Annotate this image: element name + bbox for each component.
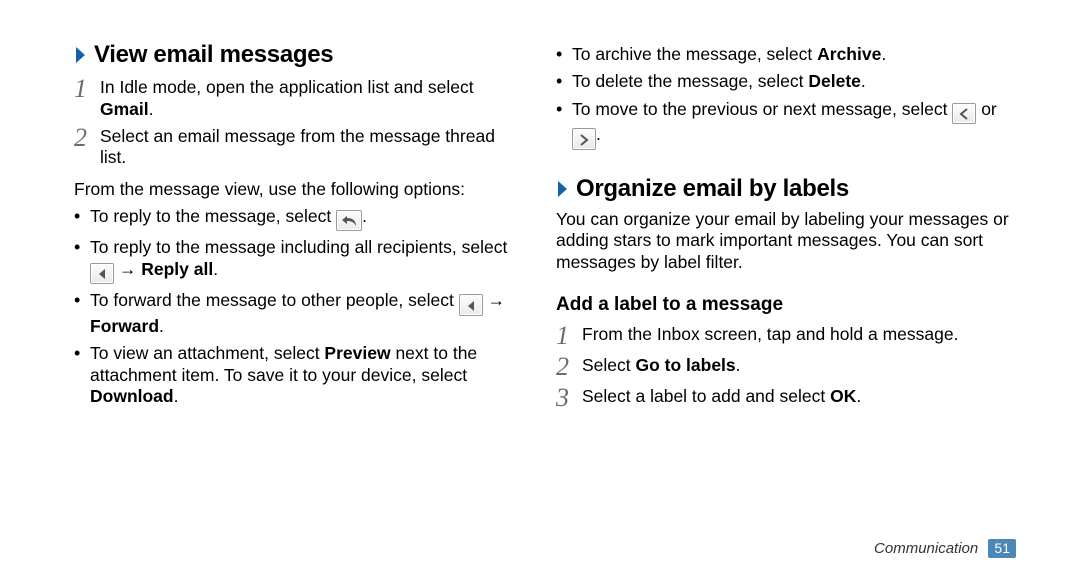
step-bold: Go to labels [636, 355, 736, 375]
text: To move to the previous or next message,… [572, 99, 952, 119]
option-reply-all: To reply to the message including all re… [74, 237, 524, 284]
step-post: . [149, 99, 154, 119]
step-pre: In Idle mode, open the application list … [100, 77, 474, 97]
step-text: Select Go to labels. [582, 353, 1016, 376]
text: To archive the message, select [572, 44, 817, 64]
step-item: 2 Select an email message from the messa… [74, 124, 524, 169]
arrow-text: → [114, 259, 141, 279]
intro-paragraph: You can organize your email by labeling … [556, 209, 1016, 273]
step-number: 3 [556, 384, 582, 411]
step-pre: Select an email message from the message… [100, 126, 495, 167]
option-forward: To forward the message to other people, … [74, 290, 524, 337]
section-heading-organize: Organize email by labels [556, 174, 1016, 203]
step-bold: Gmail [100, 99, 149, 119]
option-attachment: To view an attachment, select Preview ne… [74, 343, 524, 407]
text: To view an attachment, select [90, 343, 324, 363]
subheading-add-label: Add a label to a message [556, 293, 1016, 316]
text: . [362, 206, 367, 226]
reply-menu-icon [90, 263, 114, 285]
step-pre: Select a label to add and select [582, 386, 830, 406]
option-navigate: To move to the previous or next message,… [556, 99, 1016, 150]
text: To reply to the message, select [90, 206, 336, 226]
bold-text: Download [90, 386, 174, 406]
step-number: 1 [74, 75, 100, 102]
bold-text: Forward [90, 316, 159, 336]
arrow-text: → [483, 290, 505, 310]
text: To reply to the message including all re… [90, 237, 507, 257]
chevron-right-icon [74, 46, 88, 64]
page-footer: Communication 51 [874, 539, 1016, 558]
chevron-right-icon [572, 128, 596, 150]
bold-text: Delete [808, 71, 861, 91]
text: . [861, 71, 866, 91]
chevron-right-icon [556, 180, 570, 198]
reply-icon [336, 210, 362, 232]
chevron-left-icon [952, 103, 976, 125]
right-column: To archive the message, select Archive. … [540, 40, 1016, 556]
step-number: 2 [74, 124, 100, 151]
chapter-name: Communication [874, 540, 978, 557]
numbered-steps: 1 From the Inbox screen, tap and hold a … [556, 322, 1016, 411]
step-text: In Idle mode, open the application list … [100, 75, 524, 120]
step-item: 1 From the Inbox screen, tap and hold a … [556, 322, 1016, 349]
lead-paragraph: From the message view, use the following… [74, 179, 524, 200]
option-reply: To reply to the message, select . [74, 206, 524, 232]
step-post: . [736, 355, 741, 375]
section-heading-view: View email messages [74, 40, 524, 69]
page-number: 51 [988, 539, 1016, 558]
step-bold: OK [830, 386, 856, 406]
numbered-steps: 1 In Idle mode, open the application lis… [74, 75, 524, 168]
text: . [596, 124, 601, 144]
text: . [174, 386, 179, 406]
step-item: 1 In Idle mode, open the application lis… [74, 75, 524, 120]
text: . [159, 316, 164, 336]
step-number: 1 [556, 322, 582, 349]
left-column: View email messages 1 In Idle mode, open… [64, 40, 540, 556]
bold-text: Reply all [141, 259, 213, 279]
or-text: or [976, 99, 996, 119]
text: . [213, 259, 218, 279]
options-list: To reply to the message, select . To rep… [74, 206, 524, 407]
step-text: From the Inbox screen, tap and hold a me… [582, 322, 1016, 345]
step-text: Select a label to add and select OK. [582, 384, 1016, 407]
option-delete: To delete the message, select Delete. [556, 71, 1016, 92]
option-archive: To archive the message, select Archive. [556, 44, 1016, 65]
text: To delete the message, select [572, 71, 808, 91]
step-number: 2 [556, 353, 582, 380]
step-pre: Select [582, 355, 636, 375]
options-list-cont: To archive the message, select Archive. … [556, 44, 1016, 150]
step-post: . [856, 386, 861, 406]
forward-menu-icon [459, 294, 483, 316]
text: To forward the message to other people, … [90, 290, 459, 310]
heading-text: View email messages [94, 41, 333, 68]
bold-text: Preview [324, 343, 390, 363]
bold-text: Archive [817, 44, 881, 64]
step-item: 2 Select Go to labels. [556, 353, 1016, 380]
heading-text: Organize email by labels [576, 175, 849, 202]
step-item: 3 Select a label to add and select OK. [556, 384, 1016, 411]
text: . [881, 44, 886, 64]
step-text: Select an email message from the message… [100, 124, 524, 169]
step-pre: From the Inbox screen, tap and hold a me… [582, 324, 958, 344]
manual-page: View email messages 1 In Idle mode, open… [0, 0, 1080, 586]
